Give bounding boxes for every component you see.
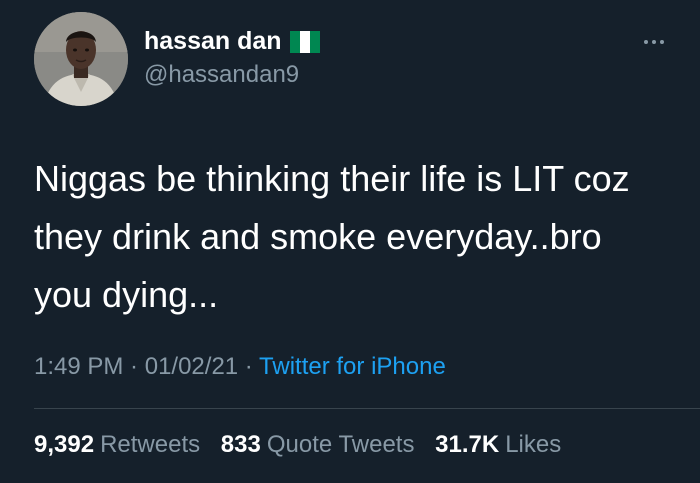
tweet-text: Niggas be thinking their life is LIT coz… — [34, 158, 630, 315]
likes-count: 31.7K — [435, 431, 500, 458]
more-dot — [652, 40, 656, 44]
likes-stat[interactable]: 31.7K Likes — [435, 430, 561, 460]
meta-separator: · — [123, 353, 145, 380]
author-name-row: hassan dan — [144, 26, 320, 56]
retweets-count: 9,392 — [34, 431, 95, 458]
nigeria-flag-icon — [289, 31, 320, 53]
quote-tweets-stat[interactable]: 833 Quote Tweets — [221, 430, 415, 460]
tweet-card: hassan dan @hassandan9 Niggas be thinkin… — [0, 0, 700, 483]
likes-label: Likes — [505, 431, 562, 458]
quote-tweets-count: 833 — [220, 431, 261, 458]
divider — [34, 408, 700, 409]
avatar[interactable] — [34, 12, 128, 106]
tweet-stats: 9,392 Retweets 833 Quote Tweets 31.7K Likes — [34, 430, 575, 460]
more-options-icon[interactable] — [636, 30, 672, 54]
more-dot — [660, 40, 664, 44]
meta-separator: · — [238, 353, 260, 380]
quote-tweets-label: Quote Tweets — [266, 431, 415, 458]
retweets-label: Retweets — [100, 431, 201, 458]
retweets-stat[interactable]: 9,392 Retweets — [34, 430, 200, 460]
tweet-date[interactable]: 01/02/21 — [145, 353, 238, 380]
author-handle[interactable]: @hassandan9 — [144, 60, 299, 90]
tweet-source-link[interactable]: Twitter for iPhone — [259, 353, 446, 380]
tweet-meta: 1:49 PM · 01/02/21 · Twitter for iPhone — [34, 352, 446, 382]
avatar-photo — [34, 12, 128, 106]
tweet-time[interactable]: 1:49 PM — [34, 353, 123, 380]
author-name[interactable]: hassan dan — [144, 26, 282, 56]
more-dot — [644, 40, 648, 44]
